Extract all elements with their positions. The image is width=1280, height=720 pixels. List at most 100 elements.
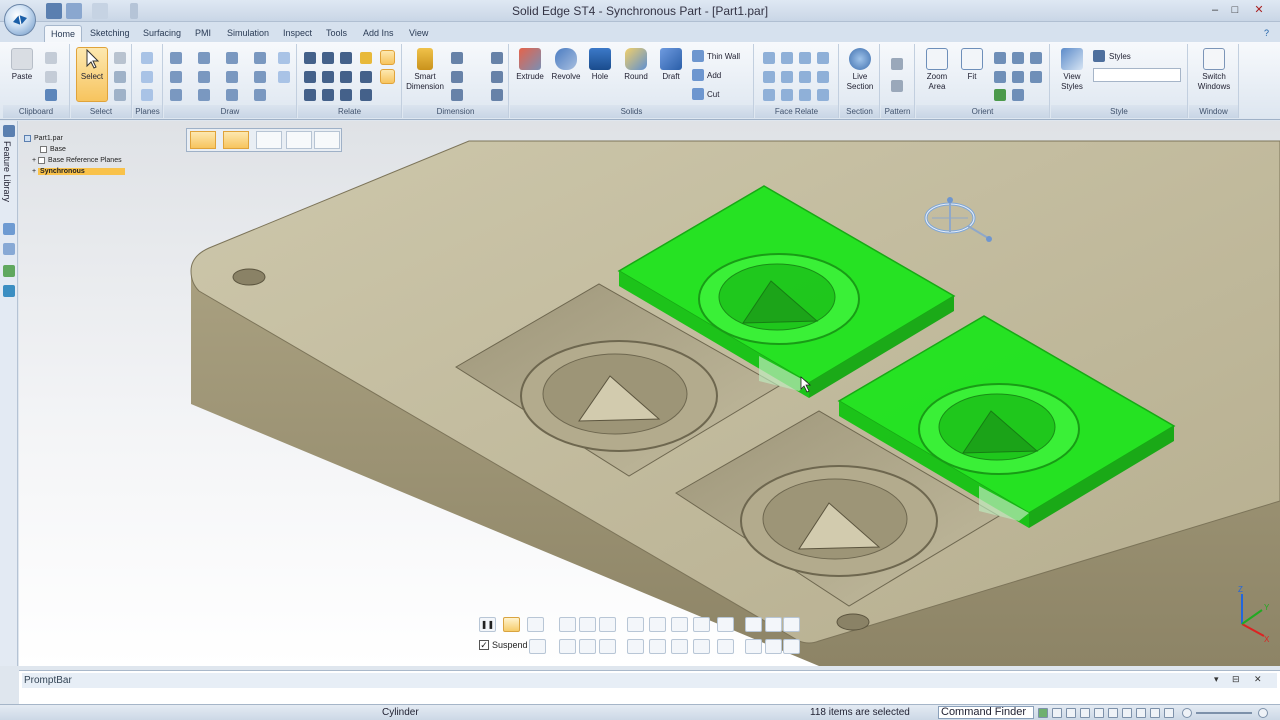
checkbox[interactable] xyxy=(40,145,47,153)
mirror-icon[interactable] xyxy=(226,89,238,101)
thin-wall-icon[interactable] xyxy=(692,50,704,62)
rotate-status-icon[interactable] xyxy=(1108,708,1118,718)
option-a-button[interactable] xyxy=(559,639,576,654)
slash-button[interactable] xyxy=(717,639,734,654)
search-icon[interactable] xyxy=(1038,708,1048,718)
promptbar-close-icon[interactable]: ✕ xyxy=(1254,674,1262,685)
select-body-button[interactable] xyxy=(190,131,216,149)
named-views-icon[interactable] xyxy=(1030,71,1042,83)
lock-icon[interactable] xyxy=(360,52,372,64)
option-b-button[interactable] xyxy=(579,639,596,654)
teamcenter-tab-icon[interactable] xyxy=(3,285,15,297)
horizontal-face-icon[interactable] xyxy=(763,89,775,101)
feature-library-tab[interactable]: Feature Library xyxy=(2,141,12,202)
tab-sketching[interactable]: Sketching xyxy=(84,25,136,42)
plane-icon[interactable] xyxy=(141,52,153,64)
view-a-button[interactable] xyxy=(745,617,762,632)
distance-between-icon[interactable] xyxy=(451,52,463,64)
plane-x-button[interactable] xyxy=(627,639,644,654)
view-d-button[interactable] xyxy=(745,639,762,654)
axis-n-button[interactable] xyxy=(693,617,710,632)
tree-item-synchronous[interactable]: + Synchronous xyxy=(24,166,125,177)
zoom-slider[interactable] xyxy=(1196,712,1252,714)
extrude-button[interactable]: Extrude xyxy=(514,48,546,82)
select-face-button[interactable] xyxy=(223,131,249,149)
symmetric-x-button[interactable] xyxy=(717,617,734,632)
face-priority-button[interactable] xyxy=(559,617,576,632)
coplanar-button[interactable] xyxy=(599,617,616,632)
smart-dimension-button[interactable]: Smart Dimension xyxy=(405,48,445,92)
angle-between-icon[interactable] xyxy=(451,71,463,83)
face-lock-icon[interactable] xyxy=(817,89,829,101)
tree-root[interactable]: Part1.par xyxy=(24,133,125,144)
ellipse-icon[interactable] xyxy=(170,89,182,101)
axis-z-button[interactable] xyxy=(671,617,688,632)
undo-step-button[interactable] xyxy=(503,617,520,632)
pause-button[interactable]: ❚❚ xyxy=(479,617,496,632)
previous-view-icon[interactable] xyxy=(1012,71,1024,83)
live-section-button[interactable]: Live Section xyxy=(842,48,878,92)
cut-solid-icon[interactable] xyxy=(692,88,704,100)
select-options-icon[interactable] xyxy=(114,89,126,101)
annotation-icon[interactable] xyxy=(491,89,503,101)
zoom-slider-minus-icon[interactable] xyxy=(1182,708,1192,718)
view-style-status-icon[interactable] xyxy=(1150,708,1160,718)
plane-n-button[interactable] xyxy=(693,639,710,654)
face-equal-icon[interactable] xyxy=(817,71,829,83)
dimension-axis-icon[interactable] xyxy=(491,52,503,64)
tree-item-base-reference-planes[interactable]: + Base Reference Planes xyxy=(24,155,125,166)
zoom-area-button[interactable]: Zoom Area xyxy=(920,48,954,92)
close-button[interactable]: ✕ xyxy=(1250,2,1268,18)
round-button[interactable]: Round xyxy=(620,48,652,82)
pan-status-icon[interactable] xyxy=(1094,708,1104,718)
add-step-button[interactable] xyxy=(527,617,544,632)
view-e-button[interactable] xyxy=(765,639,782,654)
tab-surfacing[interactable]: Surfacing xyxy=(137,25,187,42)
cut-icon[interactable] xyxy=(45,52,57,64)
pan-icon[interactable] xyxy=(1012,52,1024,64)
select-filter-icon[interactable] xyxy=(114,71,126,83)
style-dropdown[interactable] xyxy=(1093,68,1181,82)
coplanar-icon[interactable] xyxy=(763,52,775,64)
offset-icon[interactable] xyxy=(226,71,238,83)
maximize-button[interactable]: □ xyxy=(1226,2,1244,18)
face-parallel-icon[interactable] xyxy=(799,52,811,64)
concentric-icon[interactable] xyxy=(340,52,352,64)
coaxial-icon[interactable] xyxy=(781,52,793,64)
tab-tools[interactable]: Tools xyxy=(320,25,353,42)
equal-icon[interactable] xyxy=(322,71,334,83)
tree-item-base[interactable]: Base xyxy=(24,144,125,155)
curve-icon[interactable] xyxy=(198,89,210,101)
face-symmetric-icon[interactable] xyxy=(781,71,793,83)
axis-x-button[interactable] xyxy=(627,617,644,632)
collinear-icon[interactable] xyxy=(340,89,352,101)
face-tangent-icon[interactable] xyxy=(763,71,775,83)
layers-tab-icon[interactable] xyxy=(3,223,15,235)
sketch-view-icon[interactable] xyxy=(994,71,1006,83)
styles-icon[interactable] xyxy=(1093,50,1105,62)
plane-options-icon[interactable] xyxy=(141,89,153,101)
connect-icon[interactable] xyxy=(304,52,316,64)
suspend-toggle[interactable]: ✓ Suspend xyxy=(479,640,528,650)
tab-simulation[interactable]: Simulation xyxy=(221,25,275,42)
fillet-icon[interactable] xyxy=(254,52,266,64)
fit-button[interactable]: Fit xyxy=(958,48,986,82)
text-icon[interactable] xyxy=(491,71,503,83)
family-tab-icon[interactable] xyxy=(3,265,15,277)
sensors-tab-icon[interactable] xyxy=(3,243,15,255)
rotate-icon[interactable] xyxy=(994,89,1006,101)
face-concentric-icon[interactable] xyxy=(799,71,811,83)
plane-z-button[interactable] xyxy=(671,639,688,654)
horizontal-vertical-icon[interactable] xyxy=(304,71,316,83)
sketch-options-icon[interactable] xyxy=(278,52,290,64)
cut-label[interactable]: Cut xyxy=(707,90,719,99)
line-icon[interactable] xyxy=(170,52,182,64)
select-mode-icon[interactable] xyxy=(114,52,126,64)
parallel-icon[interactable] xyxy=(322,52,334,64)
spin-about-icon[interactable] xyxy=(1012,89,1024,101)
view-c-button[interactable] xyxy=(783,617,800,632)
help-icon[interactable]: ? xyxy=(1258,25,1275,42)
concentric-button[interactable] xyxy=(579,617,596,632)
perpendicular-icon[interactable] xyxy=(340,71,352,83)
option-c-button[interactable] xyxy=(599,639,616,654)
